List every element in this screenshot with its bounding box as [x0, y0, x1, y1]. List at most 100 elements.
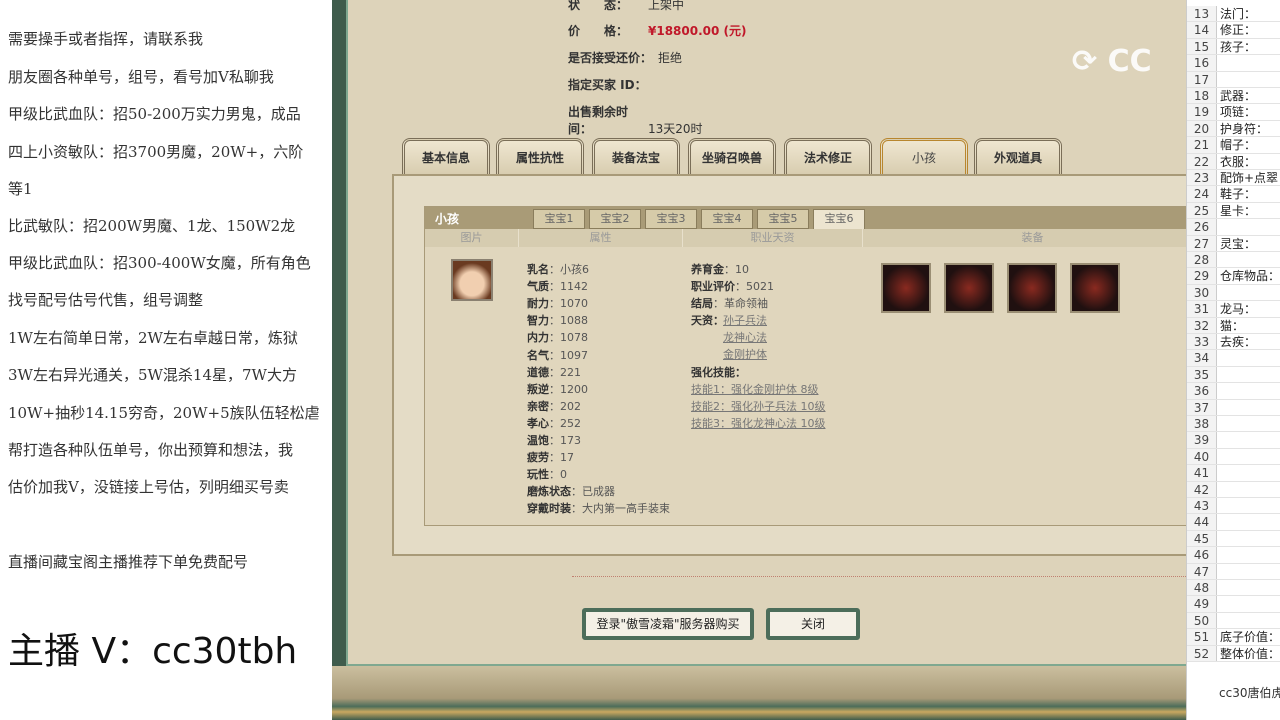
sheet-row[interactable]: 15 孩子： [1187, 38, 1280, 56]
tab-2[interactable]: 装备法宝 [592, 138, 680, 174]
sheet-row[interactable]: 14 修正： [1187, 22, 1280, 39]
sheet-row[interactable]: 31 龙马： [1187, 301, 1280, 318]
cell[interactable]: 护身符： [1217, 122, 1268, 136]
cell[interactable] [1217, 450, 1220, 464]
cell[interactable] [1217, 565, 1220, 579]
cell[interactable] [1217, 614, 1220, 628]
cell[interactable] [1217, 73, 1220, 87]
sheet-row[interactable]: 13 法门： [1187, 6, 1280, 23]
cell[interactable] [1217, 220, 1220, 234]
sheet-row[interactable]: 38 [1187, 416, 1280, 433]
cell[interactable] [1217, 368, 1220, 382]
sheet-row[interactable]: 45 [1187, 530, 1280, 548]
tab-0[interactable]: 基本信息 [402, 138, 490, 174]
cell[interactable]: 鞋子： [1217, 187, 1256, 201]
sheet-row[interactable]: 48 [1187, 580, 1280, 597]
sheet-row[interactable]: 20 护身符： [1187, 120, 1280, 138]
sheet-row[interactable]: 44 [1187, 514, 1280, 531]
sheet-row[interactable]: 24 鞋子： [1187, 186, 1280, 203]
sheet-row[interactable]: 49 [1187, 596, 1280, 613]
equip-book-icon[interactable] [1007, 263, 1057, 313]
tab-3[interactable]: 坐骑召唤兽 [688, 138, 776, 174]
sheet-row[interactable]: 35 [1187, 366, 1280, 384]
child-subtab-1[interactable]: 宝宝1 [533, 209, 585, 229]
cell[interactable] [1217, 466, 1220, 480]
sheet-row[interactable]: 32 猫： [1187, 317, 1280, 334]
talent-link[interactable]: 龙神心法 [723, 329, 767, 345]
sheet-row[interactable]: 39 [1187, 432, 1280, 449]
talent-name[interactable]: 孙子兵法 [723, 314, 767, 327]
sheet-row[interactable]: 43 [1187, 498, 1280, 515]
cell[interactable] [1217, 253, 1220, 267]
talent-link[interactable]: 孙子兵法 [723, 312, 767, 328]
cell[interactable] [1217, 483, 1220, 497]
child-subtab-6[interactable]: 宝宝6 [813, 209, 865, 230]
cell[interactable] [1217, 384, 1220, 398]
sheet-row[interactable]: 52 整体价值： [1187, 645, 1280, 662]
sheet-row[interactable]: 21 帽子： [1187, 137, 1280, 154]
cell[interactable]: 整体价值： [1217, 647, 1280, 661]
child-subtab-3[interactable]: 宝宝3 [645, 209, 697, 229]
cell[interactable]: 去疾： [1217, 335, 1256, 349]
cell[interactable]: 武器： [1217, 89, 1256, 103]
cell[interactable]: 猫： [1217, 319, 1244, 333]
cell[interactable]: 修正： [1217, 23, 1256, 37]
cell[interactable] [1217, 433, 1220, 447]
tab-6[interactable]: 外观道具 [974, 138, 1062, 174]
cell[interactable] [1217, 532, 1220, 546]
cell[interactable]: 孩子： [1217, 40, 1256, 54]
cell[interactable]: 帽子： [1217, 138, 1256, 152]
sheet-row[interactable]: 30 [1187, 284, 1280, 302]
sheet-row[interactable]: 29 仓库物品： [1187, 268, 1280, 285]
skill-link[interactable]: 技能2：强化孙子兵法 10级 [691, 398, 826, 414]
sheet-row[interactable]: 42 [1187, 481, 1280, 498]
tab-1[interactable]: 属性抗性 [496, 138, 584, 174]
cell[interactable] [1217, 56, 1220, 70]
cell[interactable]: 龙马： [1217, 302, 1256, 316]
cell[interactable] [1217, 548, 1220, 562]
sheet-row[interactable]: 50 [1187, 612, 1280, 630]
sheet-row[interactable]: 33 去疾： [1187, 334, 1280, 351]
sheet-row[interactable]: 47 [1187, 563, 1280, 580]
skill-link[interactable]: 技能1：强化金刚护体 8级 [691, 381, 819, 397]
sheet-row[interactable]: 17 [1187, 71, 1280, 88]
cell[interactable] [1217, 499, 1220, 513]
cell[interactable] [1217, 515, 1220, 529]
cell[interactable] [1217, 351, 1220, 365]
sheet-row[interactable]: 36 [1187, 383, 1280, 400]
cell[interactable]: 项链： [1217, 105, 1256, 119]
sheet-row[interactable]: 37 [1187, 399, 1280, 416]
skill-link[interactable]: 技能3：强化龙神心法 10级 [691, 415, 826, 431]
talent-name[interactable]: 龙神心法 [723, 331, 767, 344]
cell[interactable] [1217, 597, 1220, 611]
cell[interactable] [1217, 401, 1220, 415]
skill-name[interactable]: 技能2：强化孙子兵法 10级 [691, 400, 826, 413]
equip-hat-icon[interactable] [881, 263, 931, 313]
talent-name[interactable]: 金刚护体 [723, 348, 767, 361]
close-button[interactable]: 关闭 [766, 608, 860, 640]
child-subtab-4[interactable]: 宝宝4 [701, 209, 753, 229]
tab-5[interactable]: 小孩 [880, 138, 968, 174]
sheet-row[interactable]: 40 [1187, 448, 1280, 466]
sheet-row[interactable]: 26 [1187, 219, 1280, 236]
sheet-row[interactable]: 22 衣服： [1187, 153, 1280, 170]
child-subtab-2[interactable]: 宝宝2 [589, 209, 641, 229]
cell[interactable] [1217, 581, 1220, 595]
sheet-row[interactable]: 51 底子价值： [1187, 629, 1280, 646]
cell[interactable]: 法门： [1217, 7, 1256, 21]
sheet-row[interactable]: 27 灵宝： [1187, 235, 1280, 252]
cell[interactable]: 配饰+点翠 [1217, 171, 1278, 185]
sheet-row[interactable]: 34 [1187, 350, 1280, 367]
equip-chest-icon[interactable] [1070, 263, 1120, 313]
talent-link[interactable]: 金刚护体 [723, 346, 767, 362]
cell[interactable] [1217, 286, 1220, 300]
buy-on-server-button[interactable]: 登录"傲雪凌霜"服务器购买 [582, 608, 754, 640]
sheet-row[interactable]: 16 [1187, 55, 1280, 72]
cell[interactable]: 底子价值： [1217, 630, 1280, 644]
tab-4[interactable]: 法术修正 [784, 138, 872, 174]
sheet-row[interactable]: 19 项链： [1187, 104, 1280, 121]
cell[interactable]: 衣服： [1217, 155, 1256, 169]
skill-name[interactable]: 技能3：强化龙神心法 10级 [691, 417, 826, 430]
equip-robe-icon[interactable] [944, 263, 994, 313]
cell[interactable] [1217, 417, 1220, 431]
